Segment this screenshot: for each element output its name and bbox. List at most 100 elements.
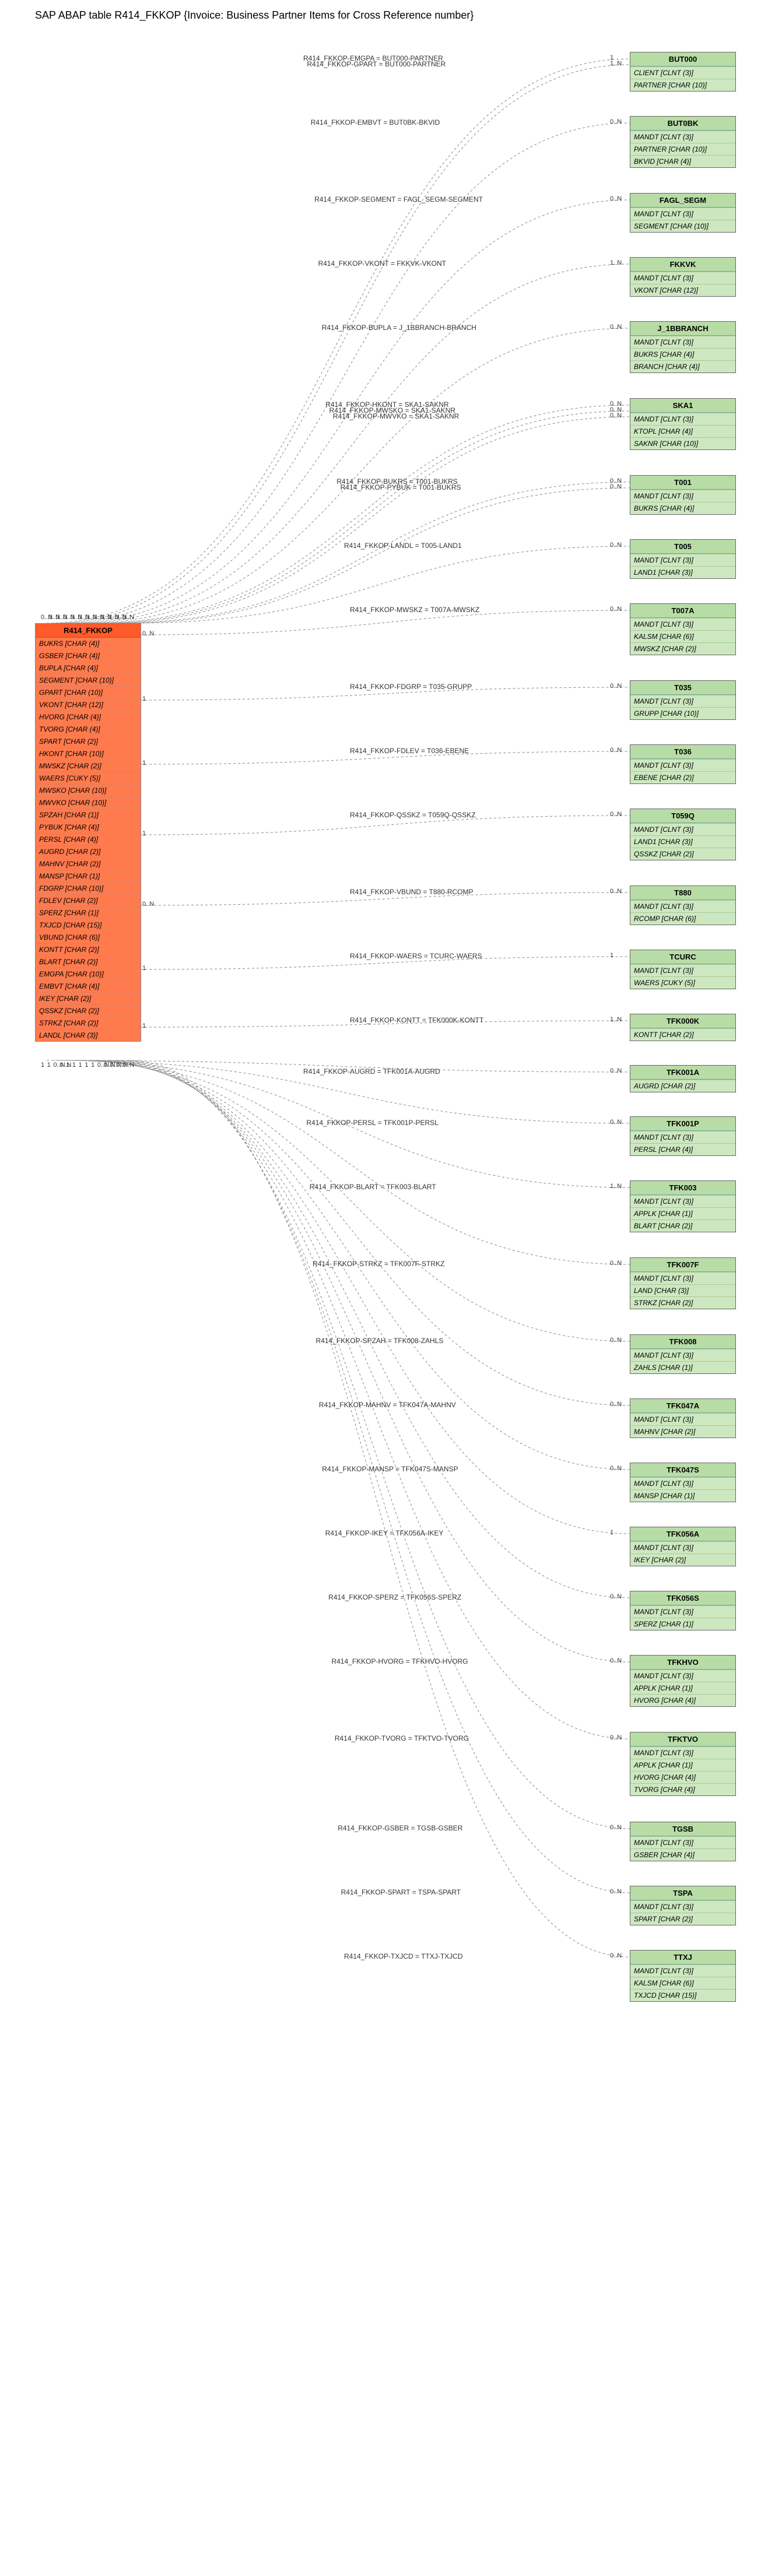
target-entity-box: BUT0BKMANDT [CLNT (3)]PARTNER [CHAR (10)…: [630, 116, 736, 168]
target-field: APPLK [CHAR (1)]: [630, 1759, 735, 1771]
cardinality-label: 0..N: [610, 1824, 622, 1831]
cardinality-label: 1: [142, 760, 146, 767]
target-entity-header: TFKHVO: [630, 1656, 735, 1670]
target-field: APPLK [CHAR (1)]: [630, 1207, 735, 1220]
target-field: RCOMP [CHAR (6)]: [630, 912, 735, 925]
main-field: AUGRD [CHAR (2)]: [36, 845, 141, 858]
target-field: MANDT [CLNT (3)]: [630, 1477, 735, 1489]
target-field: BUKRS [CHAR (4)]: [630, 348, 735, 360]
target-field: BUKRS [CHAR (4)]: [630, 502, 735, 514]
target-entity-box: TFK047AMANDT [CLNT (3)]MAHNV [CHAR (2)]: [630, 1398, 736, 1438]
main-field: HKONT [CHAR (10)]: [36, 747, 141, 760]
target-field: LAND1 [CHAR (3)]: [630, 566, 735, 578]
cardinality-label: 1: [79, 1062, 82, 1069]
edge-label: R414_FKKOP-BLART = TFK003-BLART: [310, 1183, 436, 1191]
target-field: PARTNER [CHAR (10)]: [630, 79, 735, 91]
page-title: SAP ABAP table R414_FKKOP {Invoice: Busi…: [35, 9, 761, 22]
target-field: MWSKZ [CHAR (2)]: [630, 642, 735, 655]
target-field: SAKNR [CHAR (10)]: [630, 437, 735, 449]
cardinality-label: 1: [142, 1022, 146, 1029]
target-field: PARTNER [CHAR (10)]: [630, 143, 735, 155]
main-field: MWSKZ [CHAR (2)]: [36, 760, 141, 772]
edge-label: R414_FKKOP-KONTT = TFK000K-KONTT: [350, 1016, 483, 1024]
target-field: BLART [CHAR (2)]: [630, 1220, 735, 1232]
target-entity-header: T005: [630, 540, 735, 554]
main-field: BLART [CHAR (2)]: [36, 955, 141, 968]
target-entity-box: T059QMANDT [CLNT (3)]LAND1 [CHAR (3)]QSS…: [630, 809, 736, 860]
main-field: VKONT [CHAR (12)]: [36, 698, 141, 711]
main-field: SPART [CHAR (2)]: [36, 735, 141, 747]
target-entity-box: TFK001PMANDT [CLNT (3)]PERSL [CHAR (4)]: [630, 1116, 736, 1156]
cardinality-label: 0..N: [122, 1062, 134, 1069]
edge-label: R414_FKKOP-SPERZ = TFK056S-SPERZ: [328, 1593, 461, 1601]
target-field: ZAHLS [CHAR (1)]: [630, 1361, 735, 1373]
target-entity-box: T036MANDT [CLNT (3)]EBENE [CHAR (2)]: [630, 744, 736, 784]
target-entity-box: TFK056AMANDT [CLNT (3)]IKEY [CHAR (2)]: [630, 1527, 736, 1566]
cardinality-label: 1: [610, 1529, 613, 1536]
target-field: KALSM [CHAR (6)]: [630, 630, 735, 642]
cardinality-label: 1: [47, 1062, 51, 1069]
edge-label: R414_FKKOP-QSSKZ = T059Q-QSSKZ: [350, 811, 476, 819]
target-field: PERSL [CHAR (4)]: [630, 1143, 735, 1155]
target-field: APPLK [CHAR (1)]: [630, 1682, 735, 1694]
cardinality-label: 0..N: [610, 1657, 622, 1664]
main-field: VBUND [CHAR (6)]: [36, 931, 141, 943]
target-entity-header: TFK056A: [630, 1527, 735, 1541]
main-field: WAERS [CUKY (5)]: [36, 772, 141, 784]
target-field: MANSP [CHAR (1)]: [630, 1489, 735, 1502]
target-entity-header: BUT0BK: [630, 117, 735, 131]
main-field: SEGMENT [CHAR (10)]: [36, 674, 141, 686]
target-entity-header: TGSB: [630, 1822, 735, 1836]
target-entity-box: TFKTVOMANDT [CLNT (3)]APPLK [CHAR (1)]HV…: [630, 1732, 736, 1796]
target-field: MANDT [CLNT (3)]: [630, 1670, 735, 1682]
target-entity-header: BUT000: [630, 52, 735, 66]
target-field: HVORG [CHAR (4)]: [630, 1694, 735, 1706]
edge-label: R414_FKKOP-GPART = BUT000-PARTNER: [307, 60, 446, 68]
target-field: MANDT [CLNT (3)]: [630, 1605, 735, 1618]
edge-label: R414_FKKOP-VBUND = T880-RCOMP: [350, 888, 474, 896]
target-field: KONTT [CHAR (2)]: [630, 1028, 735, 1041]
main-field: FDGRP [CHAR (10)]: [36, 882, 141, 894]
target-entity-header: FAGL_SEGM: [630, 194, 735, 208]
target-field: MANDT [CLNT (3)]: [630, 695, 735, 707]
target-field: MANDT [CLNT (3)]: [630, 1349, 735, 1361]
main-field: EMBVT [CHAR (4)]: [36, 980, 141, 992]
target-field: HVORG [CHAR (4)]: [630, 1771, 735, 1783]
target-entity-box: TFK056SMANDT [CLNT (3)]SPERZ [CHAR (1)]: [630, 1591, 736, 1630]
main-field: TXJCD [CHAR (15)]: [36, 919, 141, 931]
target-field: WAERS [CUKY (5)]: [630, 976, 735, 989]
cardinality-label: 0..N: [610, 1337, 622, 1344]
target-field: MANDT [CLNT (3)]: [630, 1272, 735, 1284]
cardinality-label: 0..N: [610, 195, 622, 202]
main-field: PYBUK [CHAR (4)]: [36, 821, 141, 833]
cardinality-label: 1: [142, 695, 146, 702]
main-field: KONTT [CHAR (2)]: [36, 943, 141, 955]
target-entity-box: TFK047SMANDT [CLNT (3)]MANSP [CHAR (1)]: [630, 1463, 736, 1502]
target-field: MANDT [CLNT (3)]: [630, 1413, 735, 1425]
main-field: MANSP [CHAR (1)]: [36, 870, 141, 882]
target-entity-header: TFKTVO: [630, 1732, 735, 1746]
target-entity-header: T001: [630, 476, 735, 490]
target-field: TVORG [CHAR (4)]: [630, 1783, 735, 1795]
target-entity-box: FKKVKMANDT [CLNT (3)]VKONT [CHAR (12)]: [630, 257, 736, 297]
edge-label: R414_FKKOP-STRKZ = TFK007F-STRKZ: [313, 1260, 444, 1268]
edge-label: R414_FKKOP-LANDL = T005-LAND1: [344, 542, 462, 550]
main-field: PERSL [CHAR (4)]: [36, 833, 141, 845]
cardinality-label: 0..N: [610, 888, 622, 895]
target-entity-box: FAGL_SEGMMANDT [CLNT (3)]SEGMENT [CHAR (…: [630, 193, 736, 233]
main-field: EMGPA [CHAR (10)]: [36, 968, 141, 980]
target-field: STRKZ [CHAR (2)]: [630, 1296, 735, 1309]
cardinality-label: 0..N: [610, 1260, 622, 1267]
cardinality-label: 1..N: [610, 60, 622, 67]
target-field: BRANCH [CHAR (4)]: [630, 360, 735, 372]
edge-label: R414_FKKOP-TVORG = TFKTVO-TVORG: [335, 1734, 469, 1742]
cardinality-label: 0..N: [610, 412, 622, 419]
target-field: MANDT [CLNT (3)]: [630, 1746, 735, 1759]
target-entity-box: SKA1MANDT [CLNT (3)]KTOPL [CHAR (4)]SAKN…: [630, 398, 736, 450]
target-field: MANDT [CLNT (3)]: [630, 759, 735, 771]
edge-label: R414_FKKOP-WAERS = TCURC-WAERS: [350, 952, 482, 960]
cardinality-label: 1: [142, 830, 146, 837]
target-field: MANDT [CLNT (3)]: [630, 900, 735, 912]
edge-label: R414_FKKOP-EMBVT = BUT0BK-BKVID: [311, 118, 440, 126]
page-root: SAP ABAP table R414_FKKOP {Invoice: Busi…: [0, 0, 761, 2576]
